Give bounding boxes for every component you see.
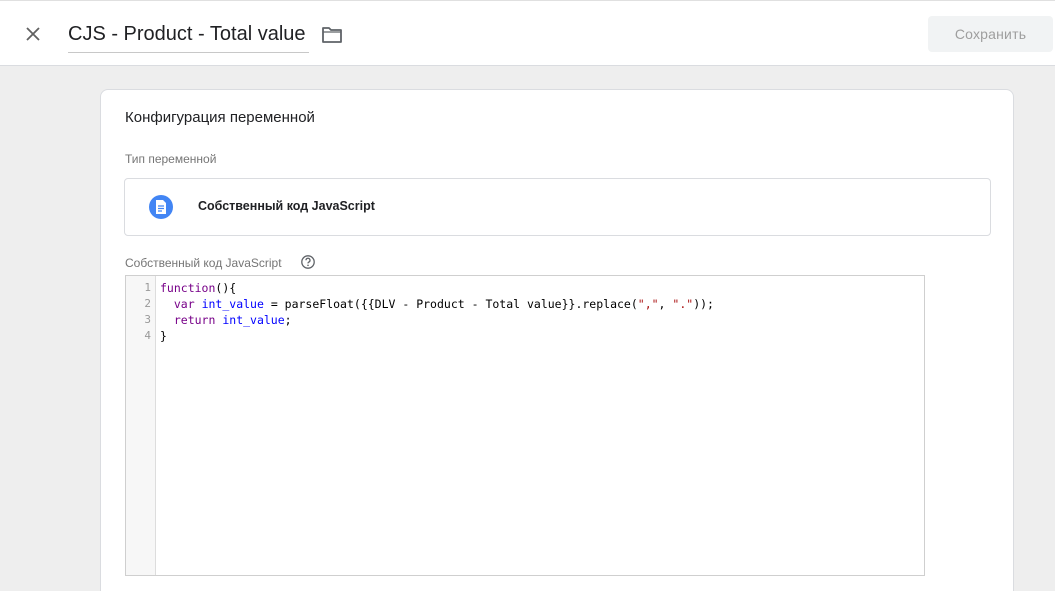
code-token: (){: [215, 281, 237, 295]
code-line[interactable]: }: [160, 328, 920, 344]
code-content[interactable]: function(){ var int_value = parseFloat({…: [160, 280, 920, 344]
document-icon: [149, 195, 173, 219]
string-token: ",": [637, 297, 659, 311]
code-line[interactable]: var int_value = parseFloat({{DLV - Produ…: [160, 296, 920, 312]
code-token: ;: [284, 313, 292, 327]
keyword-token: function: [160, 281, 216, 295]
indent-token: [160, 313, 174, 327]
top-bar: CJS - Product - Total value Сохранить: [0, 0, 1055, 66]
code-line[interactable]: return int_value;: [160, 312, 920, 328]
code-line[interactable]: function(){: [160, 280, 920, 296]
card-title: Конфигурация переменной: [125, 109, 315, 126]
code-token: ));: [693, 297, 714, 311]
indent-token: [160, 297, 174, 311]
line-number: 3: [144, 313, 151, 326]
variable-name-field[interactable]: CJS - Product - Total value: [68, 20, 309, 53]
keyword-token: var: [173, 297, 195, 311]
folder-icon[interactable]: [320, 23, 344, 47]
close-icon[interactable]: [20, 21, 46, 47]
variable-token: int_value: [201, 297, 264, 311]
code-editor[interactable]: 1 2 3 4 function(){ var int_value = pars…: [125, 275, 925, 576]
string-token: ".": [672, 297, 694, 311]
code-token: }: [160, 329, 167, 343]
variable-type-label: Тип переменной: [125, 152, 217, 166]
variable-type-selector[interactable]: Собственный код JavaScript: [124, 178, 991, 236]
variable-token: int_value: [222, 313, 285, 327]
keyword-token: return: [173, 313, 216, 327]
variable-type-name: Собственный код JavaScript: [198, 199, 375, 213]
variable-title[interactable]: CJS - Product - Total value: [68, 20, 309, 49]
help-icon[interactable]: [300, 254, 316, 270]
line-number-gutter: 1 2 3 4: [126, 276, 156, 575]
line-number: 4: [144, 329, 151, 342]
code-token: ,: [658, 297, 673, 311]
variable-configuration-card: Конфигурация переменной Тип переменной С…: [100, 89, 1014, 591]
code-token: = parseFloat({{DLV - Product - Total val…: [263, 297, 638, 311]
custom-code-label: Собственный код JavaScript: [125, 256, 282, 270]
line-number: 2: [144, 297, 151, 310]
save-button[interactable]: Сохранить: [928, 16, 1053, 52]
line-number: 1: [144, 281, 151, 294]
